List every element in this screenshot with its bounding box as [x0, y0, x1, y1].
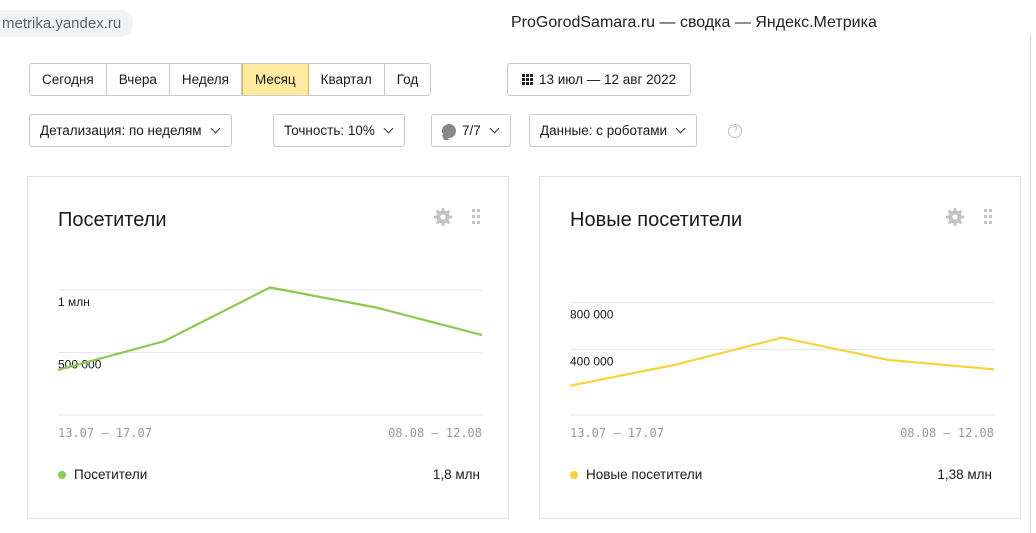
calendar-icon	[522, 74, 533, 85]
widget-title: Посетители	[58, 209, 167, 231]
x-tick-label: 08.08 — 12.08	[388, 426, 482, 440]
browser-bar: metrika.yandex.ru ProGorodSamara.ru — св…	[0, 0, 1036, 44]
legend-dot-icon	[58, 470, 66, 479]
y-tick-label: 800 000	[570, 308, 614, 322]
detail-dropdown[interactable]: Детализация: по неделям	[29, 114, 232, 147]
comment-bubble-icon	[442, 123, 456, 138]
new-visitors-chart: 800 000 400 000 13.07 — 17.07 08.08 — 12.08	[570, 302, 994, 440]
y-tick-label: 400 000	[570, 354, 614, 368]
chevron-down-icon	[383, 123, 394, 134]
detail-label: Детализация: по неделям	[40, 123, 202, 138]
accuracy-label: Точность: 10%	[284, 123, 375, 138]
accuracy-dropdown[interactable]: Точность: 10%	[273, 114, 405, 147]
period-yesterday-button[interactable]: Вчера	[107, 64, 170, 95]
data-point	[162, 340, 166, 343]
robots-data-dropdown[interactable]: Данные: с роботами	[529, 114, 698, 147]
drag-handle-icon[interactable]	[984, 209, 992, 225]
period-month-button[interactable]: Месяц	[241, 64, 309, 95]
x-tick-label: 13.07 — 17.07	[570, 426, 664, 440]
gear-icon[interactable]	[433, 207, 453, 227]
total-value: 1,8 млн	[432, 467, 480, 482]
page-title: ProGorodSamara.ru — сводка — Яндекс.Метр…	[511, 14, 877, 31]
period-today-button[interactable]: Сегодня	[30, 64, 107, 95]
data-point	[674, 363, 678, 366]
url-bar[interactable]: metrika.yandex.ru	[0, 10, 134, 37]
gear-icon[interactable]	[945, 207, 965, 227]
period-week-button[interactable]: Неделя	[170, 64, 242, 95]
data-point	[780, 336, 784, 339]
date-range-button[interactable]: 13 июл — 12 авг 2022	[507, 63, 692, 96]
widget-title: Новые посетители	[570, 209, 743, 231]
y-tick-label: 1 млн	[58, 295, 90, 309]
panel-edge-divider	[1030, 34, 1031, 533]
new-visitors-widget: Новые посетители 800 000 400 000 13.07 — 1…	[539, 176, 1021, 519]
legend-label: Новые посетители	[586, 467, 703, 482]
total-value: 1,38 млн	[937, 467, 992, 482]
visitors-widget: Посетители 1 млн 500 000 13.07 — 17.07 08.0…	[27, 176, 509, 519]
chart-legend: Новые посетители	[570, 467, 702, 482]
segments-label: 7/7	[462, 123, 481, 138]
series-line	[570, 336, 994, 387]
chevron-down-icon	[210, 123, 221, 134]
drag-handle-icon[interactable]	[472, 209, 480, 225]
period-year-button[interactable]: Год	[385, 64, 430, 95]
x-tick-label: 13.07 — 17.07	[58, 426, 152, 440]
data-point	[374, 306, 378, 309]
robots-data-label: Данные: с роботами	[540, 123, 668, 138]
visitors-chart: 1 млн500 00013.07 — 17.07 08.08 — 12.08	[58, 286, 482, 440]
chevron-down-icon	[489, 123, 500, 134]
data-point	[886, 358, 890, 362]
legend-dot-icon	[570, 470, 578, 479]
chart-legend: Посетители	[58, 467, 147, 482]
data-point	[268, 286, 272, 289]
date-range-label: 13 июл — 12 авг 2022	[539, 72, 677, 87]
chevron-down-icon	[675, 123, 686, 134]
x-tick-label: 08.08 — 12.08	[900, 426, 994, 440]
period-selector: Сегодня Вчера Неделя Месяц Квартал Год	[29, 63, 432, 96]
segments-dropdown[interactable]: 7/7	[431, 114, 511, 147]
help-icon[interactable]: ?	[728, 124, 742, 138]
series-line	[58, 286, 482, 372]
legend-label: Посетители	[74, 467, 148, 482]
period-quarter-button[interactable]: Квартал	[309, 64, 385, 95]
